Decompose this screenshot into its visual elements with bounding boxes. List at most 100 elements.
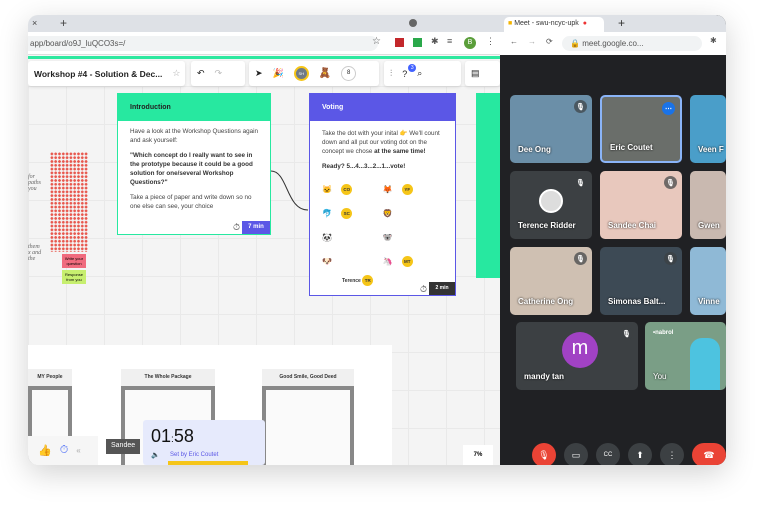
handwritten-note: for paths you [28,174,42,192]
sound-icon[interactable]: 🔈 [151,451,160,459]
reload-icon[interactable]: ⟳ [546,37,553,46]
timer-badge[interactable]: 2 min [429,282,455,295]
bottom-left-toolbar: 👍 ⏱ « [28,436,98,465]
url-field[interactable]: app/board/o9J_luQCO3s=/ [28,36,378,51]
stopwatch-icon[interactable]: ⏱ [420,285,427,294]
new-tab-icon[interactable]: + [60,16,67,30]
initial-dot[interactable]: YF [401,183,413,195]
concept-emoji: 🐱 [322,184,332,194]
puzzle-icon[interactable]: ✱ [431,36,439,47]
vote-row: 🐬 SC 🦁 [322,201,443,225]
participant-name: Catherine Ong [518,297,574,306]
notes-bar: ▤ [465,61,500,86]
participant-tile-mandy[interactable]: m mandy tan 🎙 [516,322,638,390]
settings-sliders-icon[interactable]: ⫶ [390,68,392,79]
screen: × + app/board/o9J_luQCO3s=/ ☆ ✱ ≡ B ⋮ fo… [28,15,726,465]
tab-title: Meet - swu-ncyc-upk [514,20,579,27]
notes-icon[interactable]: ▤ [471,68,480,79]
board-title-bar: Workshop #4 - Solution & Dec... ☆ [28,61,185,86]
participant-tile[interactable]: Gwen [690,171,726,239]
participant-name: Simonas Balt... [608,297,666,306]
mic-off-button[interactable]: 🎙 [532,443,556,465]
more-options-button[interactable]: ⋮ [660,443,684,465]
participant-tile-you[interactable]: •nabrol You [645,322,726,390]
star-icon[interactable]: ☆ [172,68,180,79]
frame-title: MY People [28,369,72,386]
thumbs-up-icon[interactable]: 👍 [38,444,52,457]
participant-tile[interactable]: Eric Coutet ⋯ [600,95,682,163]
board-title[interactable]: Workshop #4 - Solution & Dec... [34,69,162,79]
check-extension-icon[interactable] [413,38,422,47]
collaboration-bar: ➤ 🎉 SH 🧸 8 [249,61,379,86]
concept-emoji: 🦊 [382,184,393,194]
puzzle-icon[interactable]: ✱ [710,36,717,45]
forward-icon[interactable]: → [528,37,536,46]
new-tab-icon[interactable]: + [618,16,625,30]
present-button[interactable]: ⬆ [628,443,652,465]
introduction-card[interactable]: Introduction Have a look at the Workshop… [117,93,271,235]
participant-name: Eric Coutet [610,143,653,152]
url-field[interactable]: meet.google.co... [582,39,643,48]
vote-row: 🐶 🦄 MT [322,249,443,273]
back-icon[interactable]: ← [510,37,518,46]
timer-icon[interactable]: ⏱ [60,444,69,457]
initial-dot[interactable]: MT [401,255,413,267]
zoom-level[interactable]: 7% [463,445,493,465]
captions-button[interactable]: CC [596,443,620,465]
mic-off-icon: 🎙 [574,100,587,113]
frame-title: The Whole Package [121,369,215,386]
extension-icon[interactable] [409,19,417,27]
meet-address-bar: ← → ⟳ 🔒 meet.google.co... ✱ [500,32,726,55]
camera-button[interactable]: ▭ [564,443,588,465]
cursor-icon[interactable]: ➤ [255,68,263,79]
menu-icon[interactable]: ⋮ [486,36,495,47]
help-icon[interactable]: ? 3 [402,63,417,79]
voting-card[interactable]: Voting Take the dot with your inital 👉 W… [309,93,456,296]
concept-frame[interactable]: Good Smile, Good Deed [262,369,354,465]
avatar[interactable]: 🧸 [319,68,331,79]
end-call-button[interactable]: ☎ [692,443,726,465]
initial-dot[interactable]: CO [341,183,353,195]
sticky-note-green[interactable]: Response from you [62,270,86,284]
participant-tile[interactable]: Sandee Chai 🎙 [600,171,682,239]
participant-tile[interactable]: Vinne [690,247,726,315]
close-tab-icon[interactable]: × [32,18,37,28]
timer-set-by: Set by Eric Coutet [170,452,219,458]
sticky-note-pink[interactable]: Write your question [62,254,86,268]
mic-off-icon: 🎙 [574,176,587,189]
vote-row: 🐱 CO 🦊 YF [322,177,443,201]
initial-dot[interactable]: SC [341,207,353,219]
redo-icon[interactable]: ↷ [215,68,223,79]
reading-list-icon[interactable]: ≡ [447,36,452,46]
board-canvas[interactable]: for paths you them x and the Write your … [28,86,500,465]
search-icon[interactable]: ⌕ [417,68,422,79]
participant-tile[interactable]: Veen F [690,95,726,163]
undo-icon[interactable]: ↶ [197,68,205,79]
participant-tile[interactable]: Dee Ong 🎙 [510,95,592,163]
avatar[interactable]: SH [293,66,309,81]
pdf-extension-icon[interactable] [395,38,404,47]
collapse-icon[interactable]: « [76,446,80,455]
tab-strip: × + [28,15,500,32]
participant-tile[interactable]: Terence Ridder 🎙 [510,171,592,239]
undo-redo-bar: ↶ ↷ [191,61,245,86]
celebrate-icon[interactable]: 🎉 [273,68,284,79]
profile-avatar[interactable]: B [464,37,476,49]
participant-tile[interactable]: Simonas Balt... 🎙 [600,247,682,315]
timer-badge[interactable]: 7 min [242,221,270,234]
handwritten-note: them x and the [28,244,42,262]
participant-name: Dee Ong [518,145,551,154]
concept-emoji: 🐼 [322,232,332,242]
initial-dot[interactable]: TR [362,275,374,286]
participant-name: Veen F [698,145,724,154]
participant-count[interactable]: 8 [341,66,357,81]
bookmark-star-icon[interactable]: ☆ [372,36,381,47]
stopwatch-icon[interactable]: ⏱ [233,223,240,232]
dot-cell: YF [401,183,443,195]
dot-cell: CO [341,183,382,195]
meet-tab[interactable]: ■ Meet - swu-ncyc-upk ● [504,17,604,32]
help-badge: 3 [408,63,417,72]
dot-cell: SC [341,207,382,219]
participant-tile[interactable]: Catherine Ong 🎙 [510,247,592,315]
sketch-image [266,390,350,465]
